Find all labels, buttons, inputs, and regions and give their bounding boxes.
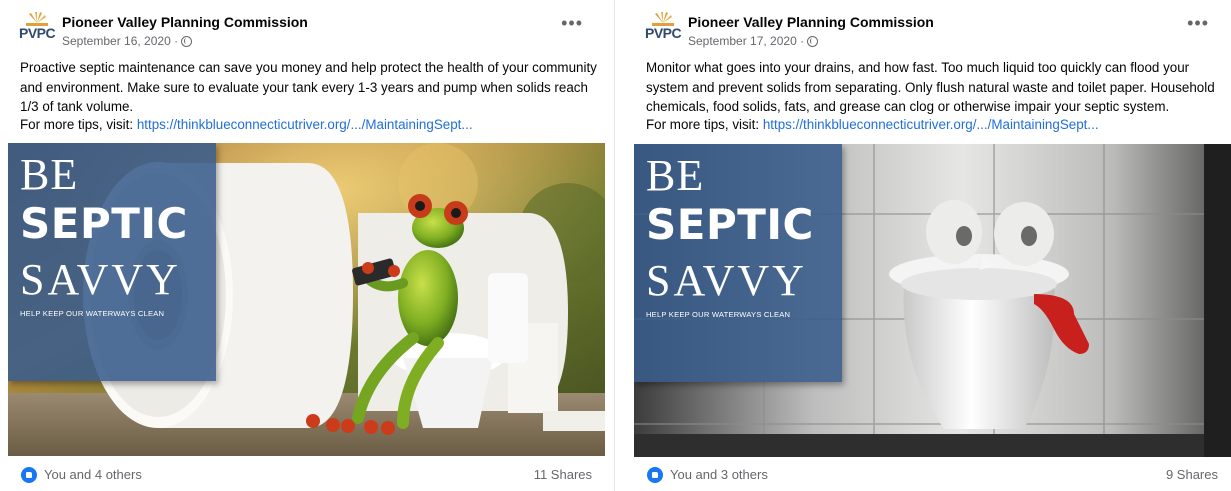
post-meta: September 16, 2020 · bbox=[62, 34, 193, 48]
page-name-link[interactable]: Pioneer Valley Planning Commission bbox=[62, 14, 308, 30]
tips-line: For more tips, visit: https://thinkbluec… bbox=[646, 117, 1099, 132]
globe-icon bbox=[807, 35, 819, 47]
tips-link[interactable]: https://thinkblueconnecticutriver.org/..… bbox=[137, 117, 473, 132]
overlay-line-savvy: SAVVY bbox=[646, 256, 807, 305]
post-2: PVPC Pioneer Valley Planning Commission … bbox=[634, 0, 1231, 491]
post-header: PVPC Pioneer Valley Planning Commission … bbox=[634, 0, 1231, 52]
globe-icon bbox=[181, 35, 193, 47]
tips-label: For more tips, visit: bbox=[646, 117, 760, 132]
column-divider bbox=[614, 0, 615, 491]
shares-count[interactable]: 11 Shares bbox=[534, 467, 592, 482]
sun-rays-icon bbox=[652, 12, 674, 26]
page-name-link[interactable]: Pioneer Valley Planning Commission bbox=[688, 14, 934, 30]
overlay-line-septic: SEPTIC bbox=[20, 199, 188, 248]
overlay-line-be: BE bbox=[646, 151, 705, 200]
septic-savvy-overlay: BE SEPTIC SAVVY HELP KEEP OUR WATERWAYS … bbox=[8, 143, 216, 381]
post-text: Monitor what goes into your drains, and … bbox=[646, 60, 1215, 114]
post-header: PVPC Pioneer Valley Planning Commission … bbox=[8, 0, 605, 52]
like-icon bbox=[21, 467, 37, 483]
logo-text: PVPC bbox=[19, 25, 56, 41]
post-photo[interactable]: BE SEPTIC SAVVY HELP KEEP OUR WATERWAYS … bbox=[634, 144, 1231, 457]
reactions-count[interactable]: You and 4 others bbox=[44, 467, 142, 482]
post-meta: September 17, 2020 · bbox=[688, 34, 819, 48]
more-icon[interactable]: ••• bbox=[561, 14, 583, 32]
tips-line: For more tips, visit: https://thinkbluec… bbox=[20, 117, 473, 132]
post-footer: You and 3 others 9 Shares bbox=[634, 456, 1231, 491]
overlay-line-septic: SEPTIC bbox=[646, 200, 814, 249]
pvpc-logo[interactable]: PVPC bbox=[644, 12, 682, 46]
sun-rays-icon bbox=[26, 12, 48, 26]
reactions-count[interactable]: You and 3 others bbox=[670, 467, 768, 482]
pvpc-logo[interactable]: PVPC bbox=[18, 12, 56, 46]
logo-text: PVPC bbox=[645, 25, 682, 41]
septic-savvy-overlay: BE SEPTIC SAVVY HELP KEEP OUR WATERWAYS … bbox=[634, 144, 842, 382]
shares-count[interactable]: 9 Shares bbox=[1166, 467, 1218, 482]
post-footer: You and 4 others 11 Shares bbox=[8, 456, 605, 491]
tips-label: For more tips, visit: bbox=[20, 117, 134, 132]
overlay-line-be: BE bbox=[20, 150, 79, 199]
overlay-tagline: HELP KEEP OUR WATERWAYS CLEAN bbox=[646, 310, 791, 319]
post-text: Proactive septic maintenance can save yo… bbox=[20, 60, 597, 114]
more-icon[interactable]: ••• bbox=[1187, 14, 1209, 32]
tips-link[interactable]: https://thinkblueconnecticutriver.org/..… bbox=[763, 117, 1099, 132]
post-1: PVPC Pioneer Valley Planning Commission … bbox=[8, 0, 605, 491]
post-date[interactable]: September 17, 2020 · bbox=[688, 34, 804, 48]
like-icon bbox=[647, 467, 663, 483]
post-photo[interactable]: BE SEPTIC SAVVY HELP KEEP OUR WATERWAYS … bbox=[8, 143, 605, 456]
post-date[interactable]: September 16, 2020 · bbox=[62, 34, 178, 48]
overlay-line-savvy: SAVVY bbox=[20, 255, 181, 304]
overlay-tagline: HELP KEEP OUR WATERWAYS CLEAN bbox=[20, 309, 165, 318]
